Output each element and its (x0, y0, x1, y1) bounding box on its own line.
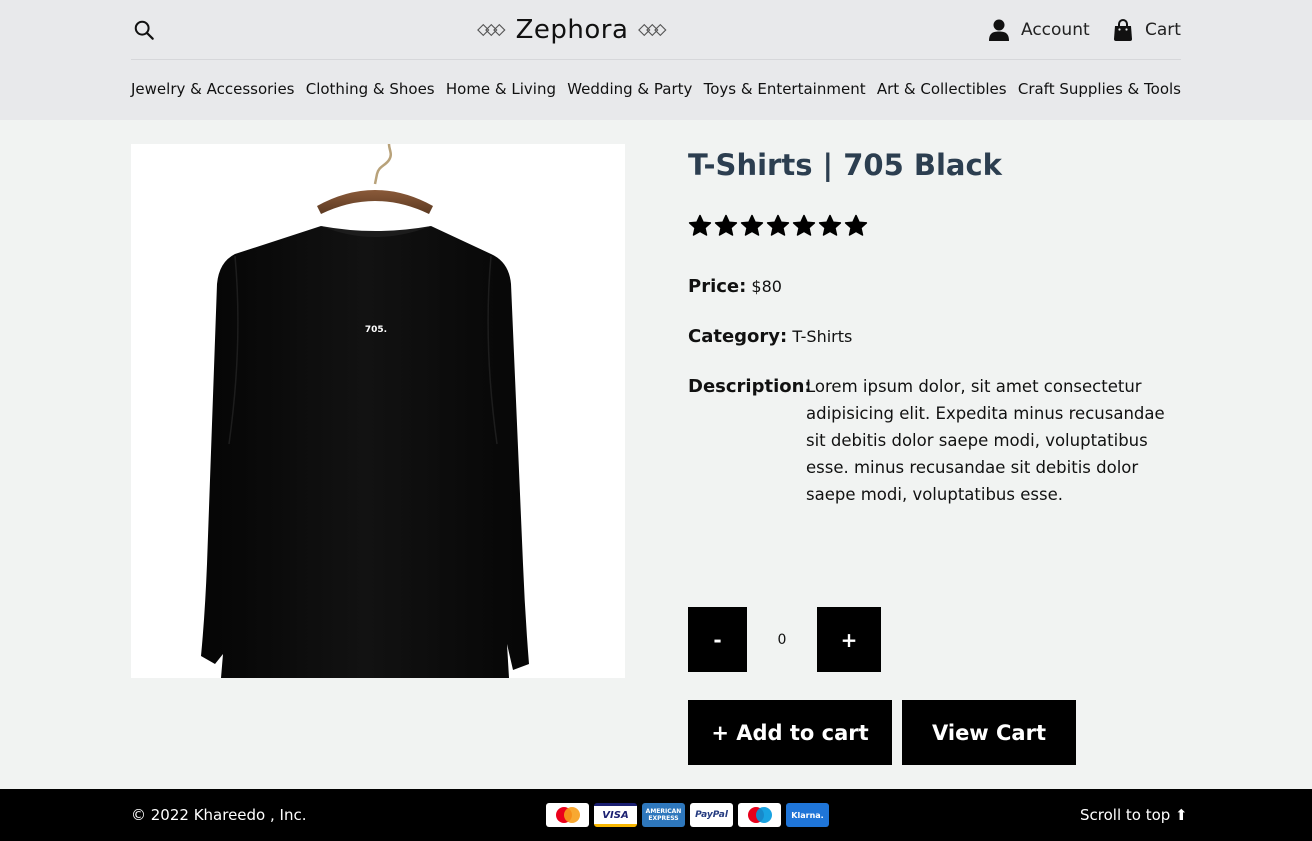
scroll-to-top-link[interactable]: Scroll to top ⬆ (1080, 806, 1188, 824)
amex-icon: AMERICAN EXPRESS (642, 803, 685, 827)
search-icon[interactable] (133, 19, 155, 41)
rating-stars (688, 214, 868, 238)
quantity-value[interactable]: 0 (747, 607, 817, 672)
nav-item-art-collectibles[interactable]: Art & Collectibles (877, 80, 1007, 102)
brand-logo[interactable]: Zephora (477, 10, 667, 50)
payment-methods: VISA AMERICAN EXPRESS PayPal Klarna. (546, 803, 829, 827)
nav-item-toys-entertainment[interactable]: Toys & Entertainment (704, 80, 866, 102)
star-icon (766, 214, 790, 236)
brand-ornament-left-icon (477, 23, 506, 37)
view-cart-button[interactable]: View Cart (902, 700, 1076, 765)
account-label: Account (1021, 20, 1090, 40)
shopping-bag-icon (1114, 19, 1132, 41)
product-title: T-Shirts | 705 Black (688, 148, 1002, 182)
nav-item-wedding-party[interactable]: Wedding & Party (567, 80, 692, 102)
product-image: 705. (131, 144, 625, 678)
description-row: Description: Lorem ipsum dolor, sit amet… (688, 376, 1183, 508)
nav-item-jewelry-accessories[interactable]: Jewelry & Accessories (131, 80, 295, 102)
star-icon (792, 214, 816, 236)
top-bar: Zephora Account Cart (131, 0, 1181, 60)
brand-name: Zephora (515, 15, 629, 45)
quantity-increment-button[interactable]: + (817, 607, 881, 672)
visa-icon: VISA (594, 803, 637, 827)
nav-item-clothing-shoes[interactable]: Clothing & Shoes (306, 80, 435, 102)
tshirt-photo: 705. (201, 144, 529, 678)
add-to-cart-button[interactable]: + Add to cart (688, 700, 892, 765)
nav-item-craft-supplies-tools[interactable]: Craft Supplies & Tools (1018, 80, 1181, 102)
shirt-print-text: 705. (365, 325, 387, 335)
paypal-icon: PayPal (690, 803, 733, 827)
account-link[interactable]: Account (989, 17, 1090, 43)
price-label: Price: (688, 276, 747, 297)
star-icon (714, 214, 738, 236)
star-icon (818, 214, 842, 236)
site-header: Zephora Account Cart Jewelry & Accessori… (0, 0, 1312, 120)
star-icon (844, 214, 868, 236)
description-text: Lorem ipsum dolor, sit amet consectetur … (806, 377, 1165, 504)
klarna-icon: Klarna. (786, 803, 829, 827)
category-label: Category: (688, 326, 788, 347)
cart-link[interactable]: Cart (1113, 17, 1181, 43)
mastercard-icon (546, 803, 589, 827)
user-icon (989, 19, 1009, 41)
star-icon (740, 214, 764, 236)
description-label: Description: (688, 376, 812, 397)
copyright-text: © 2022 Khareedo , Inc. (131, 806, 307, 824)
category-row: Category: T-Shirts (688, 326, 852, 347)
quantity-decrement-button[interactable]: - (688, 607, 747, 672)
category-value: T-Shirts (792, 327, 853, 346)
nav-item-home-living[interactable]: Home & Living (446, 80, 556, 102)
cart-label: Cart (1145, 20, 1181, 40)
price-row: Price: $80 (688, 276, 782, 297)
category-nav: Jewelry & Accessories Clothing & Shoes H… (131, 80, 1181, 102)
price-value: $80 (751, 277, 782, 296)
star-icon (688, 214, 712, 236)
site-footer: © 2022 Khareedo , Inc. VISA AMERICAN EXP… (0, 789, 1312, 841)
maestro-icon (738, 803, 781, 827)
brand-ornament-right-icon (638, 23, 667, 37)
